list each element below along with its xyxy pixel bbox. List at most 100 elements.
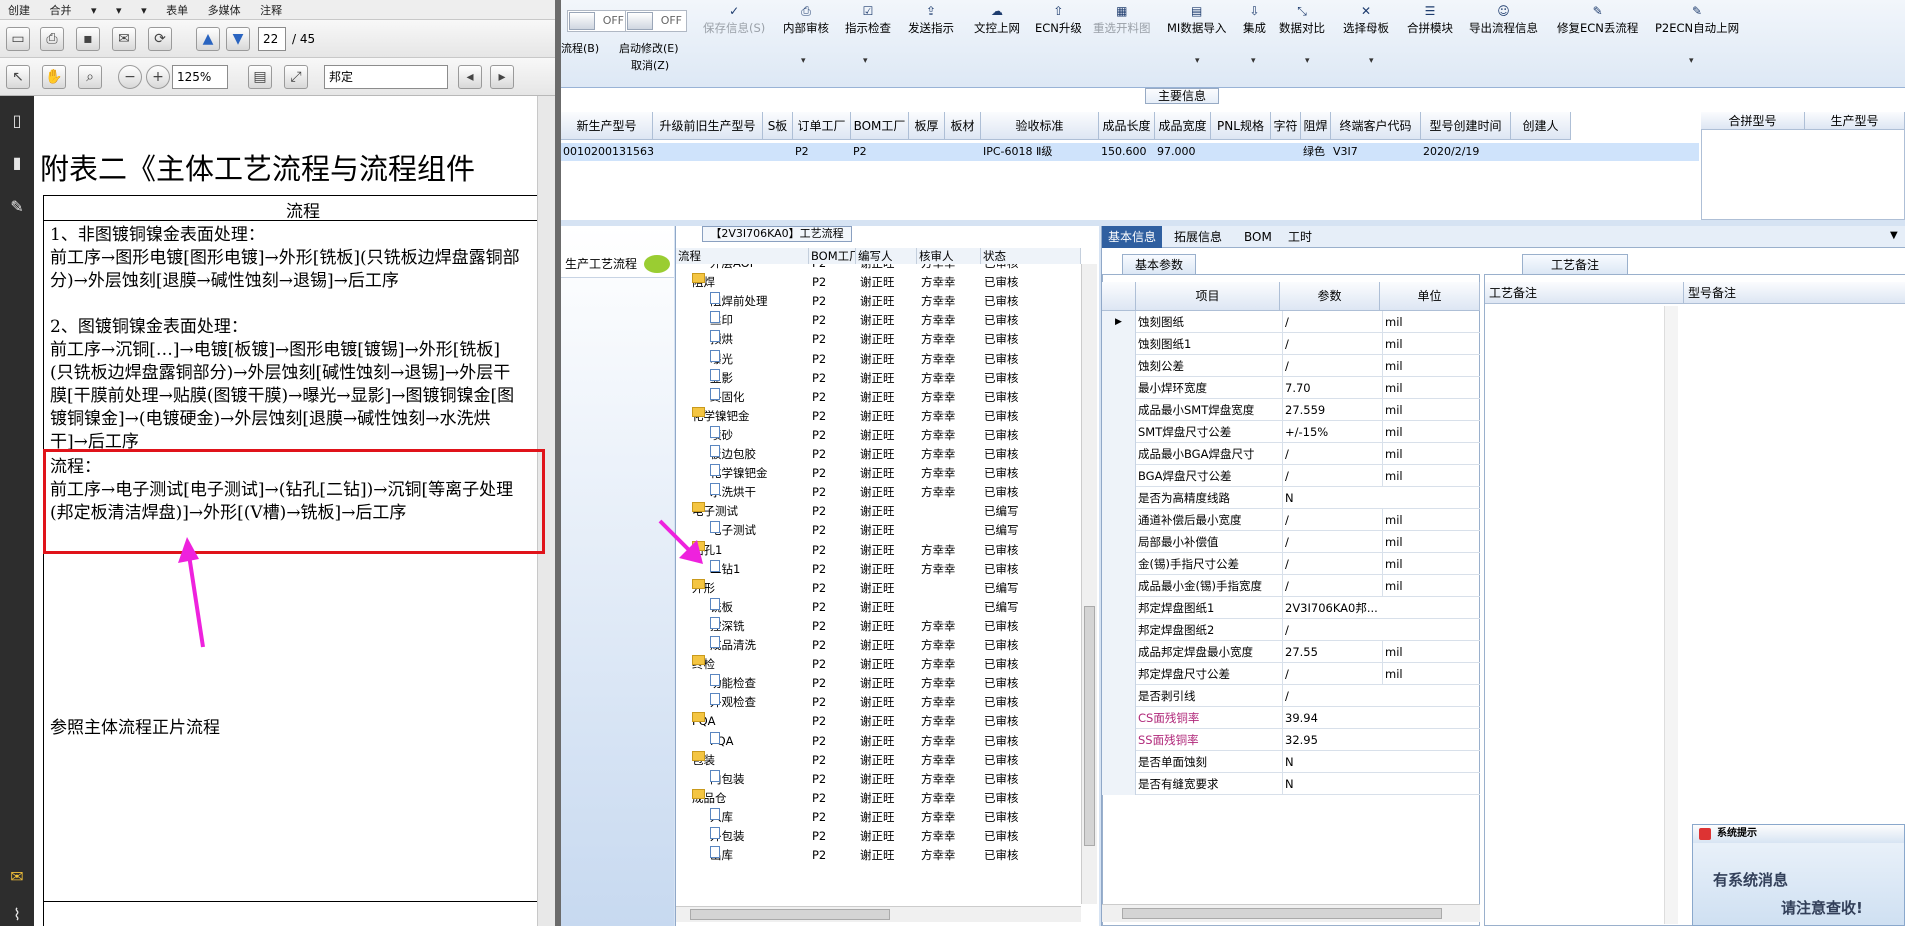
menu-combine[interactable]: 合并 [42,0,80,19]
chevron-down-icon[interactable]: ▾ [801,56,806,66]
tree-row[interactable]: −电子测试P2谢正旺已编写 [676,502,1081,521]
param-row[interactable]: BGA焊盘尺寸公差 / mil [1102,465,1480,487]
pages-icon[interactable]: ▯ [6,110,28,132]
ecn-upgrade-button[interactable]: ⇧ ECN升级 [1035,4,1082,36]
tree-row[interactable]: 曝光 P2 谢正旺 方幸幸 已审核 [676,349,1081,369]
indication-check-button[interactable]: ☑ 指示检查 [845,4,891,36]
doc-online-button[interactable]: ☁ 文控上网 [974,4,1020,36]
param-row[interactable]: 是否有缝宽要求 N [1102,773,1480,795]
sub-tab-basic-params[interactable]: 基本参数 [1122,254,1197,274]
param-row[interactable]: SS面残铜率 32.95 [1102,729,1480,751]
open-folder-icon[interactable]: ▭ [6,27,30,51]
tab-basic-info[interactable]: 基本信息 [1102,226,1163,248]
tree-row[interactable]: −包装P2谢正旺方幸幸已审核 [676,750,1081,770]
export-flow-button[interactable]: ☺ 导出流程信息 [1469,4,1538,36]
param-row[interactable]: 是否为高精度线路 N [1102,487,1480,509]
chevron-down-icon[interactable]: ▾ [1251,56,1256,66]
main-cell-9[interactable]: 97.000 [1157,143,1211,161]
main-cell-15[interactable] [1513,143,1571,161]
tree-row[interactable]: −终检P2谢正旺方幸幸已审核 [676,655,1081,674]
email-icon[interactable]: ✉ [112,27,136,51]
tree-row[interactable]: −阻焊P2谢正旺方幸幸已审核 [676,273,1081,292]
bookmarks-icon[interactable]: ▮ [6,152,28,174]
note-scrollbar[interactable] [1664,306,1678,924]
tree-row[interactable]: −成品仓P2谢正旺方幸幸已审核 [676,788,1081,808]
next-page-icon[interactable]: ▼ [226,27,250,51]
main-cell-8[interactable]: 150.600 [1101,143,1155,161]
toggle-2[interactable]: OFF [625,10,687,32]
main-cell-5[interactable] [911,143,945,161]
tree-row[interactable]: −FQAP2谢正旺方幸幸已审核 [676,712,1081,731]
tree-row[interactable]: 电子测试 P2 谢正旺 已编写 [676,521,1081,540]
mi-import-button[interactable]: ▤ MI数据导入 [1167,4,1226,36]
tree-row[interactable]: 阻焊前处理 P2 谢正旺 方幸幸 已审核 [676,292,1081,311]
param-row[interactable]: SMT焊盘尺寸公差 +/-15% mil [1102,421,1480,443]
tree-row[interactable]: 二钻1 P2 谢正旺 方幸幸 已审核 [676,559,1081,579]
tree-row[interactable]: −钻孔1P2谢正旺方幸幸已审核 [676,540,1081,560]
page-number-input[interactable]: 22 [258,27,286,51]
zoom-out-icon[interactable]: − [118,65,142,89]
main-cell-12[interactable]: 绿色 [1303,143,1331,161]
main-cell-7[interactable]: IPC-6018 Ⅱ级 [983,143,1099,161]
start-modify-label[interactable]: 启动修改(E) [619,40,679,56]
tree-row[interactable]: 内包装 P2 谢正旺 方幸幸 已审核 [676,769,1081,789]
tree-row[interactable]: 入库 P2 谢正旺 方幸幸 已审核 [676,807,1081,827]
tree-row[interactable]: 控深铣 P2 谢正旺 方幸幸 已审核 [676,616,1081,636]
chevron-down-icon[interactable]: ▾ [1369,56,1374,66]
param-row[interactable]: CS面残铜率 39.94 [1102,707,1480,729]
param-row[interactable]: 成品最小金(锡)手指宽度 / mil [1102,575,1480,597]
chevron-down-icon[interactable]: ▾ [863,56,868,66]
select-master-button[interactable]: ✕ 选择母板 [1343,4,1389,36]
fit-page-icon[interactable]: ▤ [248,65,272,89]
tab-work-hours[interactable]: 工时 [1282,226,1318,248]
find-prev-icon[interactable]: ◂ [458,65,482,89]
toggle-1[interactable]: OFF [567,10,629,32]
comments-icon[interactable]: ✉ [6,866,28,888]
main-cell-14[interactable]: 2020/2/19 [1423,143,1511,161]
param-row[interactable]: 最小焊环宽度 7.70 mil [1102,377,1480,399]
prev-page-icon[interactable]: ▲ [196,27,220,51]
main-cell-4[interactable]: P2 [853,143,909,161]
main-cell-1[interactable] [655,143,763,161]
tree-row[interactable]: 预烘 P2 谢正旺 方幸幸 已审核 [676,330,1081,349]
tree-row[interactable]: 铣板 P2 谢正旺 已编写 [676,597,1081,617]
tree-row[interactable]: 终固化 P2 谢正旺 方幸幸 已审核 [676,387,1081,407]
param-row[interactable]: 蚀刻公差 / mil [1102,355,1480,377]
main-cell-0[interactable]: 0010200131563 [563,143,654,161]
main-cell-11[interactable] [1273,143,1301,161]
chevron-down-icon[interactable]: ▾ [1689,56,1694,66]
param-row[interactable]: 局部最小补偿值 / mil [1102,531,1480,553]
tree-row[interactable]: 板边包胶 P2 谢正旺 方幸幸 已审核 [676,445,1081,464]
main-cell-10[interactable] [1213,143,1271,161]
merge-module-button[interactable]: ☰ 合拼模块 [1407,4,1453,36]
fit-width-icon[interactable]: ⤢ [284,65,308,89]
chevron-down-icon[interactable]: ▾ [1195,56,1200,66]
cancel-label[interactable]: 取消(Z) [631,57,669,73]
signatures-icon[interactable]: ✎ [6,196,28,218]
tree-row[interactable]: 化学镍钯金 P2 谢正旺 方幸幸 已审核 [676,464,1081,483]
main-cell-6[interactable] [947,143,981,161]
menu-share[interactable]: ▾ [83,2,105,19]
p2ecn-online-button[interactable]: ✎ P2ECN自动上网 [1655,4,1739,36]
tab-extended-info[interactable]: 拓展信息 [1168,226,1228,248]
tab-bom[interactable]: BOM [1238,226,1278,248]
internal-review-button[interactable]: ⎙ 内部审核 [783,4,829,36]
chevron-down-icon[interactable]: ▾ [1305,56,1310,66]
tree-row[interactable]: −化学镍钯金P2谢正旺方幸幸已审核 [676,406,1081,426]
zoom-select[interactable]: 125% [172,65,228,89]
menu-secure[interactable]: ▾ [108,2,130,19]
tree-row[interactable]: −外层AOIP2谢正旺方幸幸已审核 [676,264,1081,273]
tree-row[interactable]: 出库 P2 谢正旺 方幸幸 已审核 [676,846,1081,865]
param-row[interactable]: 邦定焊盘图纸1 2V3I706KA0邦... [1102,597,1480,619]
param-row[interactable]: 金(锡)手指尺寸公差 / mil [1102,553,1480,575]
save-icon[interactable]: ▪ [76,27,100,51]
fix-ecn-button[interactable]: ✎ 修复ECN丢流程 [1557,4,1638,36]
main-cell-13[interactable]: V3I7 [1333,143,1421,161]
print-icon[interactable]: ⎙ [40,27,64,51]
param-row[interactable]: 蚀刻图纸1/mil [1102,333,1480,355]
integrate-button[interactable]: ⇩ 集成 [1243,4,1266,36]
main-cell-2[interactable] [765,143,793,161]
hand-tool-icon[interactable]: ✋ [42,65,66,89]
param-row[interactable]: 成品邦定焊盘最小宽度 27.55 mil [1102,641,1480,663]
menu-comment[interactable]: 注释 [252,0,290,19]
